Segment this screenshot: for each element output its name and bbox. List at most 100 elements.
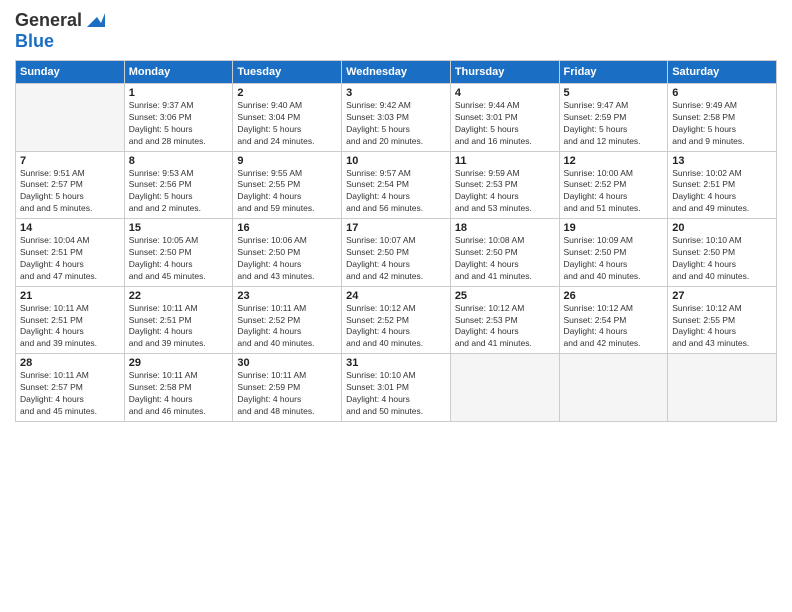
- daylight-text-2: and and 28 minutes.: [129, 136, 229, 148]
- daylight-text-2: and and 42 minutes.: [564, 338, 664, 350]
- daylight-text-1: Daylight: 5 hours: [237, 124, 337, 136]
- calendar-week-row: 7Sunrise: 9:51 AMSunset: 2:57 PMDaylight…: [16, 151, 777, 219]
- daylight-text-2: and and 49 minutes.: [672, 203, 772, 215]
- calendar-day-cell: 2Sunrise: 9:40 AMSunset: 3:04 PMDaylight…: [233, 84, 342, 152]
- day-number: 24: [346, 290, 446, 302]
- day-info: Sunrise: 10:11 AMSunset: 2:59 PMDaylight…: [237, 370, 337, 418]
- calendar-day-cell: 13Sunrise: 10:02 AMSunset: 2:51 PMDaylig…: [668, 151, 777, 219]
- calendar-header-sunday: Sunday: [16, 61, 125, 84]
- calendar-day-cell: 12Sunrise: 10:00 AMSunset: 2:52 PMDaylig…: [559, 151, 668, 219]
- sunset-text: Sunset: 3:01 PM: [346, 382, 446, 394]
- daylight-text-2: and and 41 minutes.: [455, 271, 555, 283]
- calendar-day-cell: 4Sunrise: 9:44 AMSunset: 3:01 PMDaylight…: [450, 84, 559, 152]
- day-info: Sunrise: 9:40 AMSunset: 3:04 PMDaylight:…: [237, 100, 337, 148]
- sunset-text: Sunset: 2:51 PM: [20, 247, 120, 259]
- sunset-text: Sunset: 2:51 PM: [129, 315, 229, 327]
- calendar-header-friday: Friday: [559, 61, 668, 84]
- day-number: 26: [564, 290, 664, 302]
- daylight-text-1: Daylight: 4 hours: [20, 326, 120, 338]
- day-number: 9: [237, 155, 337, 167]
- daylight-text-1: Daylight: 4 hours: [237, 394, 337, 406]
- day-info: Sunrise: 9:44 AMSunset: 3:01 PMDaylight:…: [455, 100, 555, 148]
- day-info: Sunrise: 9:53 AMSunset: 2:56 PMDaylight:…: [129, 168, 229, 216]
- calendar-day-cell: [16, 84, 125, 152]
- calendar-day-cell: 22Sunrise: 10:11 AMSunset: 2:51 PMDaylig…: [124, 286, 233, 354]
- calendar-day-cell: 26Sunrise: 10:12 AMSunset: 2:54 PMDaylig…: [559, 286, 668, 354]
- daylight-text-2: and and 41 minutes.: [455, 338, 555, 350]
- sunrise-text: Sunrise: 10:10 AM: [672, 235, 772, 247]
- daylight-text-2: and and 5 minutes.: [20, 203, 120, 215]
- day-number: 25: [455, 290, 555, 302]
- sunset-text: Sunset: 3:06 PM: [129, 112, 229, 124]
- day-number: 23: [237, 290, 337, 302]
- calendar-day-cell: 1Sunrise: 9:37 AMSunset: 3:06 PMDaylight…: [124, 84, 233, 152]
- daylight-text-1: Daylight: 4 hours: [455, 259, 555, 271]
- daylight-text-1: Daylight: 5 hours: [20, 191, 120, 203]
- day-number: 18: [455, 222, 555, 234]
- logo-general-text: General: [15, 10, 82, 31]
- calendar-header-saturday: Saturday: [668, 61, 777, 84]
- day-info: Sunrise: 9:55 AMSunset: 2:55 PMDaylight:…: [237, 168, 337, 216]
- daylight-text-1: Daylight: 4 hours: [129, 326, 229, 338]
- sunrise-text: Sunrise: 10:12 AM: [564, 303, 664, 315]
- sunrise-text: Sunrise: 9:37 AM: [129, 100, 229, 112]
- daylight-text-2: and and 51 minutes.: [564, 203, 664, 215]
- day-info: Sunrise: 10:10 AMSunset: 2:50 PMDaylight…: [672, 235, 772, 283]
- calendar-day-cell: 19Sunrise: 10:09 AMSunset: 2:50 PMDaylig…: [559, 219, 668, 287]
- sunset-text: Sunset: 2:58 PM: [672, 112, 772, 124]
- sunrise-text: Sunrise: 10:09 AM: [564, 235, 664, 247]
- calendar-day-cell: [450, 354, 559, 422]
- day-info: Sunrise: 9:59 AMSunset: 2:53 PMDaylight:…: [455, 168, 555, 216]
- calendar-day-cell: 5Sunrise: 9:47 AMSunset: 2:59 PMDaylight…: [559, 84, 668, 152]
- day-info: Sunrise: 10:00 AMSunset: 2:52 PMDaylight…: [564, 168, 664, 216]
- sunset-text: Sunset: 2:53 PM: [455, 315, 555, 327]
- calendar-day-cell: 24Sunrise: 10:12 AMSunset: 2:52 PMDaylig…: [342, 286, 451, 354]
- day-info: Sunrise: 9:51 AMSunset: 2:57 PMDaylight:…: [20, 168, 120, 216]
- sunrise-text: Sunrise: 9:51 AM: [20, 168, 120, 180]
- sunrise-text: Sunrise: 10:12 AM: [672, 303, 772, 315]
- sunrise-text: Sunrise: 9:53 AM: [129, 168, 229, 180]
- sunrise-text: Sunrise: 10:06 AM: [237, 235, 337, 247]
- sunrise-text: Sunrise: 10:11 AM: [237, 370, 337, 382]
- calendar-day-cell: [668, 354, 777, 422]
- day-number: 3: [346, 87, 446, 99]
- daylight-text-1: Daylight: 4 hours: [237, 191, 337, 203]
- daylight-text-1: Daylight: 4 hours: [20, 259, 120, 271]
- daylight-text-2: and and 40 minutes.: [564, 271, 664, 283]
- sunset-text: Sunset: 2:55 PM: [237, 179, 337, 191]
- daylight-text-2: and and 47 minutes.: [20, 271, 120, 283]
- sunset-text: Sunset: 2:58 PM: [129, 382, 229, 394]
- sunrise-text: Sunrise: 10:11 AM: [129, 303, 229, 315]
- sunset-text: Sunset: 2:50 PM: [564, 247, 664, 259]
- sunset-text: Sunset: 2:53 PM: [455, 179, 555, 191]
- daylight-text-2: and and 42 minutes.: [346, 271, 446, 283]
- sunrise-text: Sunrise: 10:00 AM: [564, 168, 664, 180]
- daylight-text-1: Daylight: 5 hours: [455, 124, 555, 136]
- calendar-header-monday: Monday: [124, 61, 233, 84]
- sunrise-text: Sunrise: 10:04 AM: [20, 235, 120, 247]
- day-number: 12: [564, 155, 664, 167]
- day-info: Sunrise: 10:12 AMSunset: 2:53 PMDaylight…: [455, 303, 555, 351]
- sunset-text: Sunset: 2:56 PM: [129, 179, 229, 191]
- day-number: 6: [672, 87, 772, 99]
- sunset-text: Sunset: 2:50 PM: [672, 247, 772, 259]
- daylight-text-2: and and 50 minutes.: [346, 406, 446, 418]
- daylight-text-2: and and 56 minutes.: [346, 203, 446, 215]
- day-info: Sunrise: 9:57 AMSunset: 2:54 PMDaylight:…: [346, 168, 446, 216]
- daylight-text-1: Daylight: 4 hours: [346, 259, 446, 271]
- daylight-text-2: and and 43 minutes.: [672, 338, 772, 350]
- day-number: 19: [564, 222, 664, 234]
- sunrise-text: Sunrise: 10:11 AM: [129, 370, 229, 382]
- sunset-text: Sunset: 2:50 PM: [455, 247, 555, 259]
- day-number: 27: [672, 290, 772, 302]
- daylight-text-2: and and 40 minutes.: [346, 338, 446, 350]
- day-info: Sunrise: 9:42 AMSunset: 3:03 PMDaylight:…: [346, 100, 446, 148]
- daylight-text-1: Daylight: 5 hours: [129, 124, 229, 136]
- daylight-text-2: and and 45 minutes.: [129, 271, 229, 283]
- calendar-day-cell: 11Sunrise: 9:59 AMSunset: 2:53 PMDayligh…: [450, 151, 559, 219]
- calendar-header-wednesday: Wednesday: [342, 61, 451, 84]
- sunrise-text: Sunrise: 10:08 AM: [455, 235, 555, 247]
- calendar-day-cell: 14Sunrise: 10:04 AMSunset: 2:51 PMDaylig…: [16, 219, 125, 287]
- daylight-text-2: and and 59 minutes.: [237, 203, 337, 215]
- day-number: 11: [455, 155, 555, 167]
